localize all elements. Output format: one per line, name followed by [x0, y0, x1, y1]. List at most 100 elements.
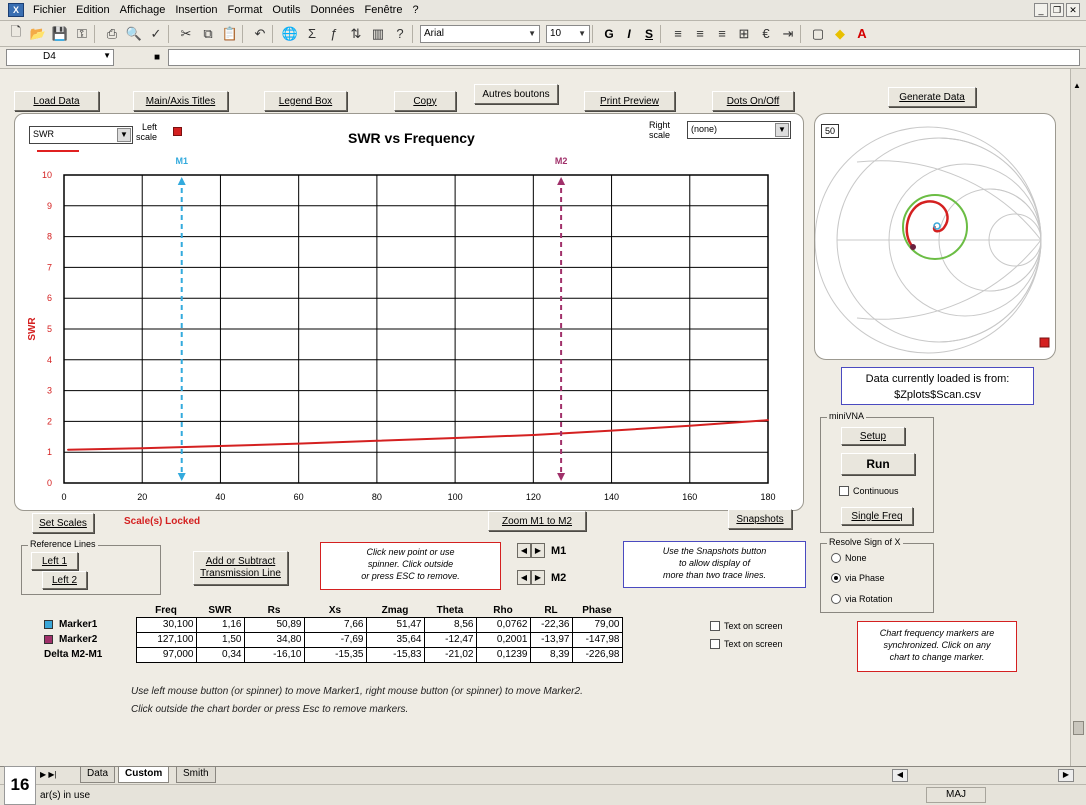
y-tick-label: 4	[47, 355, 52, 365]
set-scales-button[interactable]: Set Scales	[32, 513, 94, 533]
help-icon[interactable]: ?	[390, 24, 410, 44]
m1-right-arrow-icon[interactable]: ▶	[531, 543, 545, 558]
radio-none[interactable]: None	[831, 553, 867, 563]
swr-chart-panel[interactable]: SWR ▼ Left scale SWR vs Frequency Right …	[14, 113, 804, 511]
continuous-checkbox[interactable]: Continuous	[839, 486, 899, 496]
m2-right-arrow-icon[interactable]: ▶	[531, 570, 545, 585]
legend-box-button[interactable]: Legend Box	[264, 91, 347, 111]
underline-button[interactable]: S	[640, 27, 658, 41]
font-name-select[interactable]: Arial ▼	[420, 24, 540, 43]
function-icon[interactable]: ƒ	[324, 24, 344, 44]
align-center-icon[interactable]: ≡	[690, 24, 710, 44]
menu-format[interactable]: Format	[223, 4, 268, 16]
m2-left-arrow-icon[interactable]: ◀	[517, 570, 531, 585]
borders-icon[interactable]: ▢	[808, 24, 828, 44]
swr-data-point	[141, 447, 144, 450]
radio-dot[interactable]	[831, 594, 841, 604]
new-file-icon[interactable]: 🗋	[6, 24, 26, 44]
tab-nav-arrows-icon[interactable]: ▶ ▶|	[40, 770, 57, 779]
print-preview-icon[interactable]: 🔍	[124, 24, 144, 44]
sync-note: Chart frequency markers are synchronized…	[857, 621, 1017, 672]
print-preview-button[interactable]: Print Preview	[584, 91, 675, 111]
scroll-up-icon[interactable]: ▲	[1073, 81, 1081, 90]
currency-icon[interactable]: €	[756, 24, 776, 44]
excel-app-icon[interactable]: X	[8, 3, 24, 17]
permission-icon[interactable]: ⚿	[72, 24, 92, 44]
single-freq-button[interactable]: Single Freq	[841, 507, 913, 525]
indent-icon[interactable]: ⇥	[778, 24, 798, 44]
continuous-checkbox-box[interactable]	[839, 486, 849, 496]
save-icon[interactable]: 💾	[50, 24, 70, 44]
align-right-icon[interactable]: ≡	[712, 24, 732, 44]
merge-center-icon[interactable]: ⊞	[734, 24, 754, 44]
generate-data-button[interactable]: Generate Data	[888, 87, 976, 107]
copy-icon[interactable]: ⧉	[198, 24, 218, 44]
menu-insertion[interactable]: Insertion	[170, 4, 222, 16]
print-icon[interactable]: ⎙	[102, 24, 122, 44]
scroll-thumb[interactable]	[1073, 721, 1084, 735]
main-axis-titles-button[interactable]: Main/Axis Titles	[133, 91, 228, 111]
smith-toggle[interactable]	[1039, 337, 1050, 348]
align-left-icon[interactable]: ≡	[668, 24, 688, 44]
radio-via-phase[interactable]: via Phase	[831, 573, 885, 583]
font-color-icon[interactable]: A	[852, 24, 872, 44]
radio-dot[interactable]	[831, 553, 841, 563]
undo-icon[interactable]: ↶	[250, 24, 270, 44]
paste-icon[interactable]: 📋	[220, 24, 240, 44]
menu-edition[interactable]: Edition	[71, 4, 115, 16]
spelling-icon[interactable]: ✓	[146, 24, 166, 44]
sort-icon[interactable]: ⇅	[346, 24, 366, 44]
radio-dot-selected[interactable]	[831, 573, 841, 583]
add-subtract-line-button[interactable]: Add or Subtract Transmission Line	[193, 551, 288, 585]
m1-left-arrow-icon[interactable]: ◀	[517, 543, 531, 558]
font-size-select[interactable]: 10 ▼	[546, 24, 590, 43]
swr-plot[interactable]: 020406080100120140160180012345678910Freq…	[15, 114, 805, 512]
left2-button[interactable]: Left 2	[42, 571, 87, 589]
name-box[interactable]: D4 ▼	[6, 49, 114, 66]
tab-smith[interactable]: Smith	[176, 767, 216, 783]
smith-chart-panel[interactable]: 50	[814, 113, 1056, 360]
snapshots-button[interactable]: Snapshots	[728, 509, 792, 529]
tab-data[interactable]: Data	[80, 767, 116, 783]
hyperlink-icon[interactable]: 🌐	[280, 24, 300, 44]
italic-button[interactable]: I	[620, 27, 638, 41]
menu-fichier[interactable]: Fichier	[28, 4, 71, 16]
autosum-icon[interactable]: Σ	[302, 24, 322, 44]
hscroll-left-icon[interactable]: ◀	[892, 769, 908, 782]
formula-input[interactable]	[168, 49, 1080, 66]
text-on-screen-checkbox-2[interactable]: Text on screen	[710, 639, 783, 649]
menu-help[interactable]: ?	[407, 4, 423, 16]
menu-fenetre[interactable]: Fenêtre	[360, 4, 408, 16]
radio-via-rotation[interactable]: via Rotation	[831, 594, 893, 604]
text-on-screen-checkbox-1[interactable]: Text on screen	[710, 621, 783, 631]
menu-donnees[interactable]: Données	[306, 4, 360, 16]
restore-icon[interactable]: ❐	[1050, 3, 1064, 17]
cut-icon[interactable]: ✂	[176, 24, 196, 44]
vertical-scrollbar[interactable]: ▲	[1070, 69, 1086, 766]
load-data-button[interactable]: Load Data	[14, 91, 99, 111]
bold-button[interactable]: G	[600, 27, 618, 41]
menu-outils[interactable]: Outils	[267, 4, 305, 16]
sync-note-line2: synchronized. Click on any	[883, 640, 991, 650]
y-tick-label: 8	[47, 232, 52, 242]
text-on-screen-box-2[interactable]	[710, 639, 720, 649]
marker-help-line3: or press ESC to remove.	[361, 571, 460, 581]
chart-wizard-icon[interactable]: ▥	[368, 24, 388, 44]
close-icon[interactable]: ✕	[1066, 3, 1080, 17]
fill-color-icon[interactable]: ◆	[830, 24, 850, 44]
left1-button[interactable]: Left 1	[31, 552, 78, 570]
open-folder-icon[interactable]: 📂	[28, 24, 48, 44]
dots-on-off-button[interactable]: Dots On/Off	[712, 91, 794, 111]
run-button[interactable]: Run	[841, 453, 915, 475]
menu-affichage[interactable]: Affichage	[115, 4, 171, 16]
data-source-box: Data currently loaded is from: $Zplots$S…	[841, 367, 1034, 405]
autres-boutons-button[interactable]: Autres boutons	[474, 84, 558, 104]
setup-button[interactable]: Setup	[841, 427, 905, 445]
minimize-icon[interactable]: _	[1034, 3, 1048, 17]
copy-button[interactable]: Copy	[394, 91, 456, 111]
tab-custom[interactable]: Custom	[118, 767, 170, 783]
hscroll-right-icon[interactable]: ▶	[1058, 769, 1074, 782]
zoom-m1-m2-button[interactable]: Zoom M1 to M2	[488, 511, 586, 531]
smith-chart[interactable]	[815, 114, 1057, 361]
text-on-screen-box-1[interactable]	[710, 621, 720, 631]
